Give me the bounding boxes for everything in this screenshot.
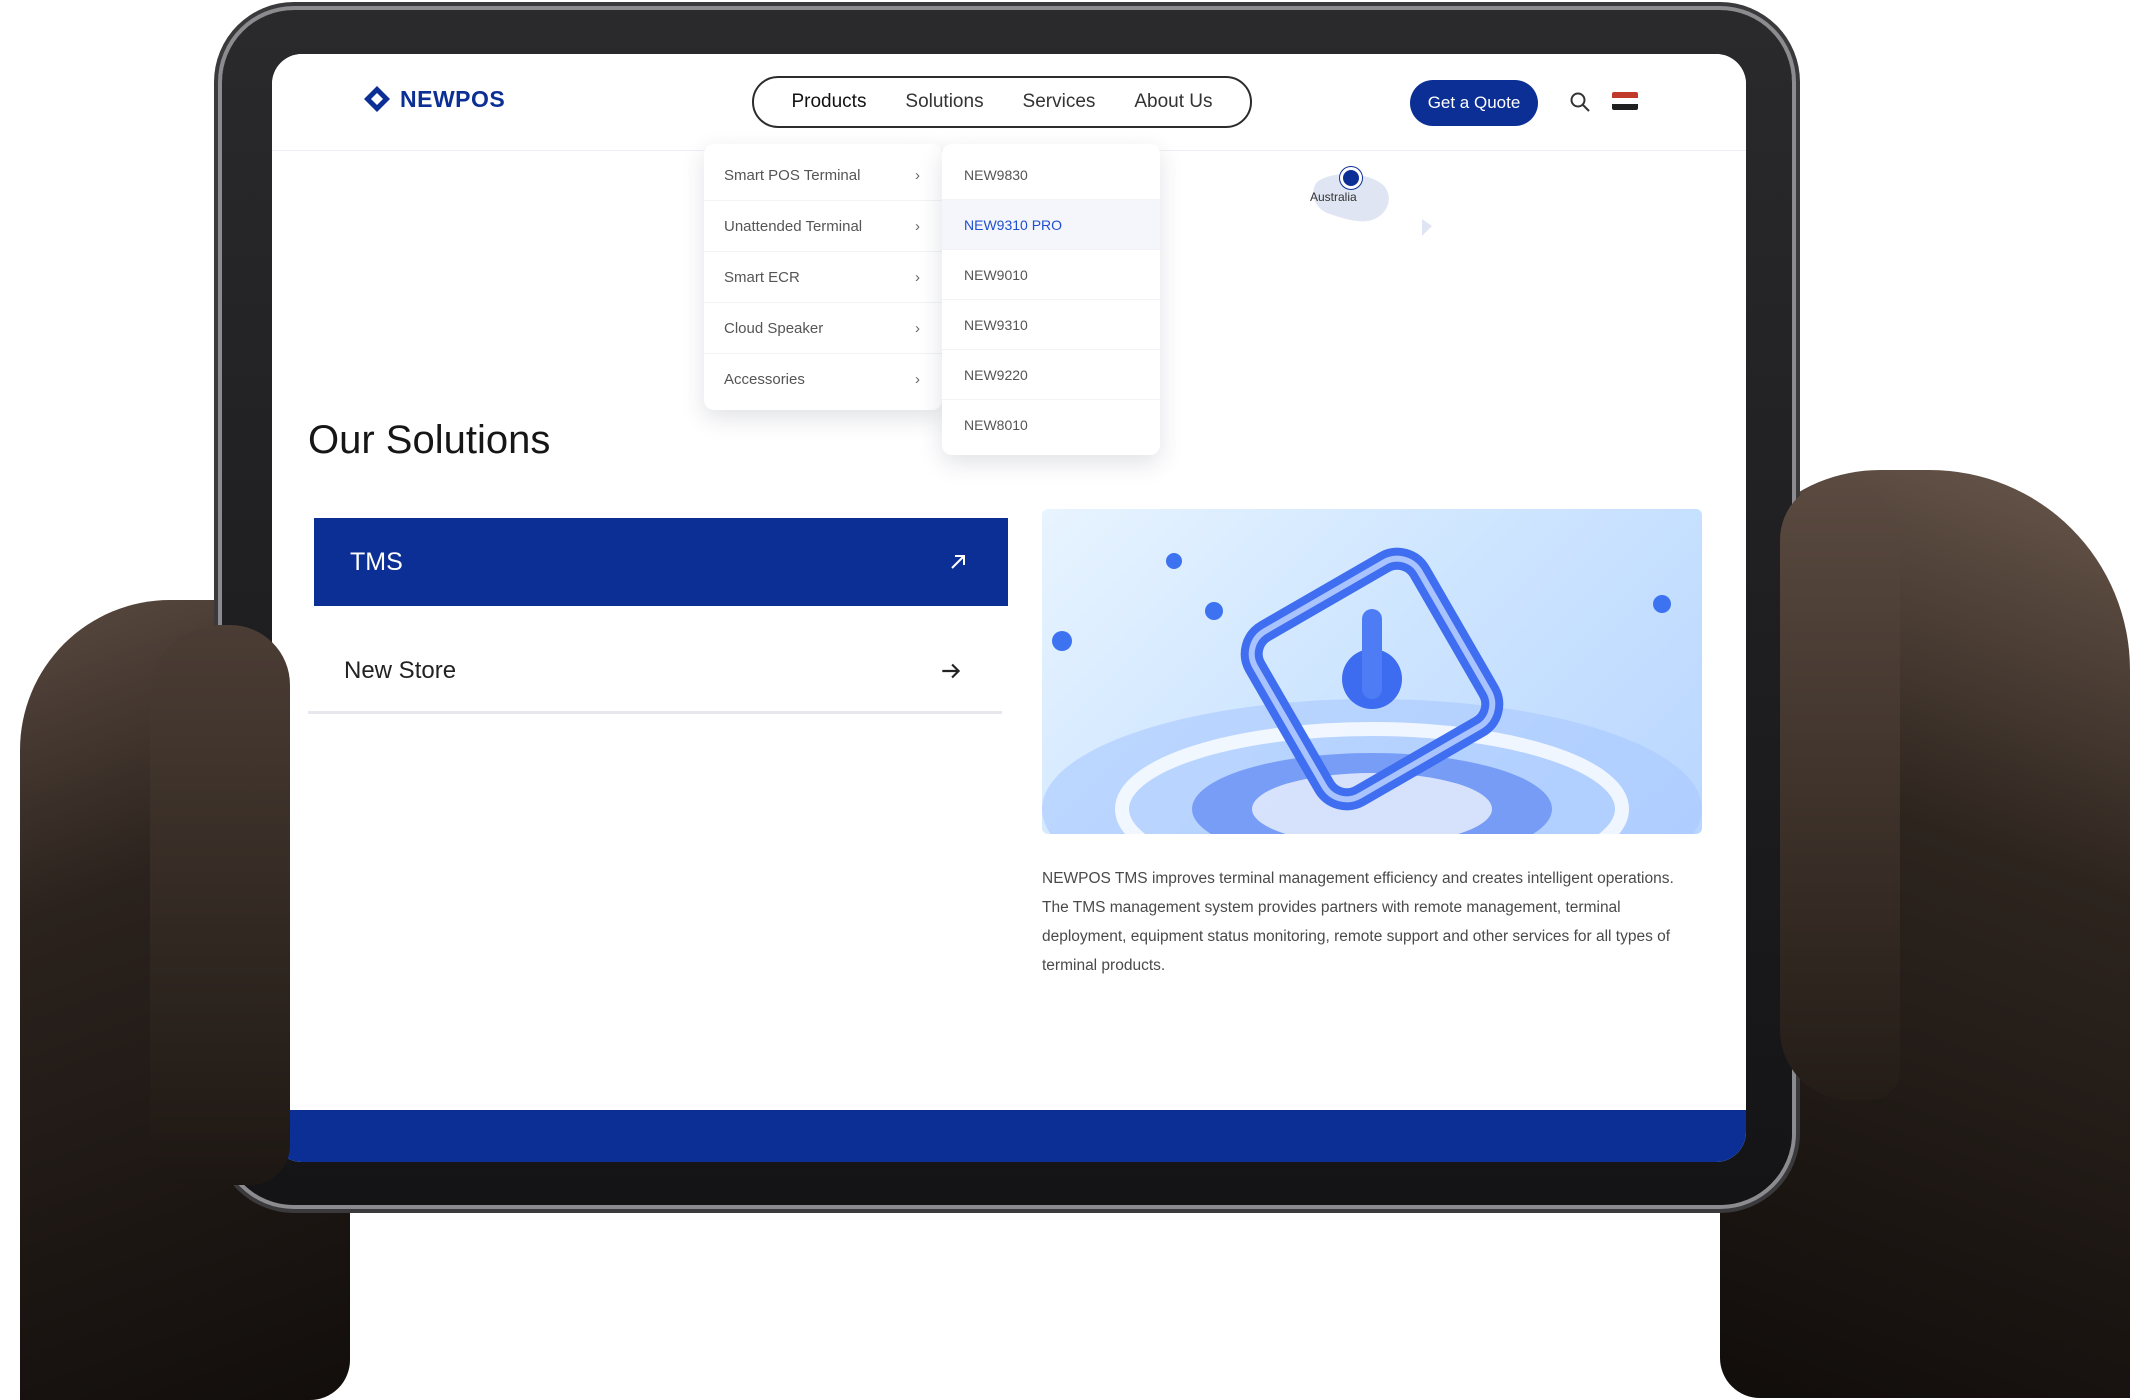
menu-item-label: Smart POS Terminal — [724, 166, 861, 184]
flag-icon[interactable] — [1612, 92, 1638, 110]
chevron-right-icon: › — [915, 370, 920, 388]
chevron-right-icon: › — [915, 268, 920, 286]
map-label-australia: Australia — [1310, 190, 1357, 204]
products-model-menu: NEW9830 NEW9310 PRO NEW9010 NEW9310 NEW9… — [942, 144, 1160, 455]
left-thumb — [150, 625, 290, 1185]
solution-description: NEWPOS TMS improves terminal management … — [1042, 870, 1674, 974]
model-item[interactable]: NEW9010 — [942, 250, 1160, 300]
chevron-right-icon: › — [915, 166, 920, 184]
footer-band — [272, 1110, 1746, 1162]
section-title: Our Solutions — [308, 418, 551, 462]
tms-illustration — [1042, 509, 1702, 834]
chevron-right-icon: › — [915, 319, 920, 337]
model-item[interactable]: NEW9310 — [942, 300, 1160, 350]
nav-products[interactable]: Products — [791, 91, 866, 113]
menu-item-smart-pos-terminal[interactable]: Smart POS Terminal › — [704, 150, 942, 201]
solution-tab-tms[interactable]: TMS — [314, 518, 1008, 606]
world-map-fragment — [1272, 144, 1472, 254]
solution-tab-label: New Store — [344, 656, 457, 684]
get-a-quote-button[interactable]: Get a Quote — [1410, 80, 1538, 126]
products-category-menu: Smart POS Terminal › Unattended Terminal… — [704, 144, 942, 410]
logo-diamond-icon — [362, 84, 392, 114]
arrow-right-icon — [938, 658, 964, 684]
menu-item-label: Cloud Speaker — [724, 319, 824, 337]
tablet-screen: NEWPOS Products Solutions Services About… — [272, 54, 1746, 1162]
model-item[interactable]: NEW9830 — [942, 150, 1160, 200]
menu-item-cloud-speaker[interactable]: Cloud Speaker › — [704, 303, 942, 354]
right-thumb — [1780, 480, 1900, 1100]
model-item[interactable]: NEW9220 — [942, 350, 1160, 400]
menu-item-label: Unattended Terminal — [724, 217, 863, 235]
arrow-up-right-icon — [946, 550, 970, 574]
solution-tab-label: TMS — [350, 547, 403, 576]
chevron-right-icon: › — [915, 217, 920, 235]
solution-tab-new-store[interactable]: New Store — [308, 630, 1002, 714]
main-nav: Products Solutions Services About Us — [752, 76, 1252, 128]
model-item-active[interactable]: NEW9310 PRO — [942, 200, 1160, 250]
search-icon[interactable] — [1568, 90, 1592, 114]
site-header: NEWPOS Products Solutions Services About… — [272, 54, 1746, 151]
menu-item-smart-ecr[interactable]: Smart ECR › — [704, 252, 942, 303]
nav-solutions[interactable]: Solutions — [905, 91, 983, 113]
nav-about-us[interactable]: About Us — [1134, 91, 1212, 113]
model-item[interactable]: NEW8010 — [942, 400, 1160, 449]
tablet-device: NEWPOS Products Solutions Services About… — [222, 10, 1792, 1205]
nav-services[interactable]: Services — [1023, 91, 1096, 113]
menu-item-label: Accessories — [724, 370, 805, 388]
map-pin-icon — [1340, 167, 1362, 189]
logo-text: NEWPOS — [400, 85, 506, 112]
menu-item-accessories[interactable]: Accessories › — [704, 354, 942, 404]
logo[interactable]: NEWPOS — [362, 84, 505, 114]
menu-item-unattended-terminal[interactable]: Unattended Terminal › — [704, 201, 942, 252]
menu-item-label: Smart ECR — [724, 268, 800, 286]
